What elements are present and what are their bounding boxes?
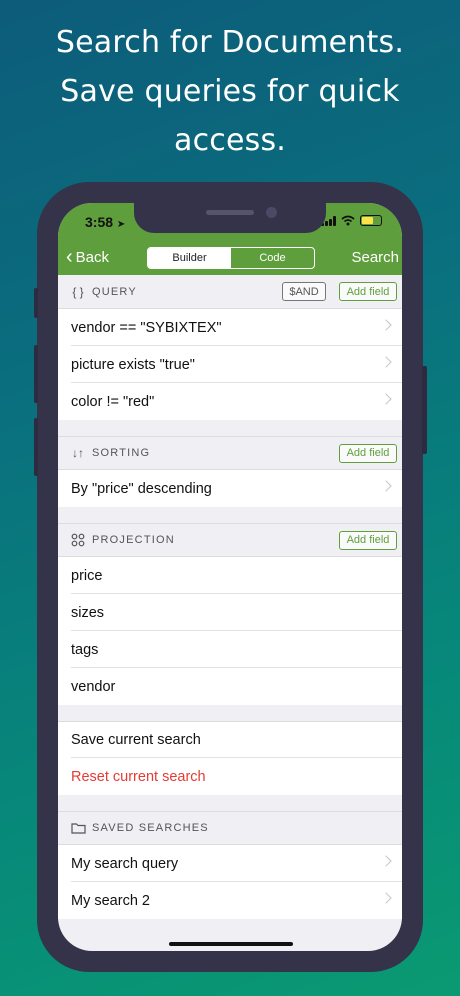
status-icons bbox=[321, 215, 382, 226]
home-indicator[interactable] bbox=[169, 942, 293, 946]
query-section-title: QUERY bbox=[92, 285, 137, 298]
query-section-header: { } QUERY $AND Add field bbox=[58, 275, 402, 309]
projection-add-field-button[interactable]: Add field bbox=[339, 530, 397, 550]
sorting-section-title: SORTING bbox=[92, 447, 151, 459]
volume-up-button bbox=[34, 345, 38, 403]
saved-search-row[interactable]: My search 2 bbox=[58, 882, 402, 919]
query-row[interactable]: picture exists "true" bbox=[58, 346, 402, 383]
projection-row-label: sizes bbox=[71, 604, 105, 621]
chevron-right-icon bbox=[380, 480, 392, 492]
sorting-add-field-button[interactable]: Add field bbox=[339, 443, 397, 463]
projection-row-label: tags bbox=[71, 641, 99, 658]
segment-builder[interactable]: Builder bbox=[148, 248, 231, 268]
save-current-search-button[interactable]: Save current search bbox=[58, 721, 402, 758]
saved-search-label: My search query bbox=[71, 855, 179, 872]
and-operator-button[interactable]: $AND bbox=[282, 282, 326, 301]
projection-row[interactable]: sizes bbox=[58, 594, 402, 631]
query-row-label: color != "red" bbox=[71, 393, 155, 410]
status-time-text: 3:58 bbox=[85, 214, 114, 230]
chevron-right-icon bbox=[380, 393, 392, 405]
notch bbox=[134, 203, 326, 233]
query-row[interactable]: vendor == "SYBIXTEX" bbox=[58, 309, 402, 346]
projection-section-title: PROJECTION bbox=[92, 534, 175, 546]
projection-row-label: vendor bbox=[71, 678, 116, 695]
projection-icon bbox=[70, 532, 86, 548]
chevron-right-icon bbox=[380, 892, 392, 904]
battery-icon bbox=[360, 215, 382, 226]
sorting-row[interactable]: By "price" descending bbox=[58, 470, 402, 507]
saved-searches-section-header: SAVED SEARCHES bbox=[58, 811, 402, 845]
power-button bbox=[422, 366, 427, 454]
projection-section-header: PROJECTION Add field bbox=[58, 523, 402, 557]
volume-down-button bbox=[34, 418, 38, 476]
front-camera bbox=[266, 207, 277, 218]
headline: Search for Documents. Save queries for q… bbox=[0, 18, 460, 165]
back-button[interactable]: ‹ Back bbox=[66, 246, 110, 268]
app-screen: 3:58 ➤ ‹ Back Builder Code Search { } QU… bbox=[58, 203, 402, 951]
braces-icon: { } bbox=[72, 284, 84, 299]
mode-segmented-control: Builder Code bbox=[147, 247, 315, 269]
back-label: Back bbox=[75, 249, 110, 266]
search-button[interactable]: Search bbox=[351, 249, 399, 266]
folder-icon bbox=[70, 820, 86, 836]
chevron-right-icon bbox=[380, 855, 392, 867]
saved-search-label: My search 2 bbox=[71, 892, 150, 909]
saved-searches-section-title: SAVED SEARCHES bbox=[92, 822, 209, 834]
headline-line-1: Search for Documents. bbox=[55, 25, 405, 60]
query-row[interactable]: color != "red" bbox=[58, 383, 402, 420]
headline-line-3: access. bbox=[173, 123, 287, 158]
sorting-section-header: ↓↑ SORTING Add field bbox=[58, 436, 402, 470]
headline-line-2: Save queries for quick bbox=[60, 74, 400, 109]
reset-current-search-label: Reset current search bbox=[71, 768, 206, 785]
projection-row[interactable]: price bbox=[58, 557, 402, 594]
save-current-search-label: Save current search bbox=[71, 732, 201, 748]
projection-row-label: price bbox=[71, 567, 103, 584]
projection-row[interactable]: tags bbox=[58, 631, 402, 668]
chevron-right-icon bbox=[380, 319, 392, 331]
query-row-label: vendor == "SYBIXTEX" bbox=[71, 319, 222, 336]
projection-row[interactable]: vendor bbox=[58, 668, 402, 705]
silent-switch bbox=[34, 288, 38, 318]
sort-arrows-icon: ↓↑ bbox=[72, 446, 84, 460]
segment-code[interactable]: Code bbox=[231, 248, 314, 268]
query-row-label: picture exists "true" bbox=[71, 356, 195, 373]
status-time: 3:58 ➤ bbox=[85, 214, 125, 230]
chevron-right-icon bbox=[380, 356, 392, 368]
location-arrow-icon: ➤ bbox=[116, 219, 126, 230]
chevron-left-icon: ‹ bbox=[66, 246, 73, 268]
saved-search-row[interactable]: My search query bbox=[58, 845, 402, 882]
wifi-icon bbox=[341, 215, 355, 226]
reset-current-search-button[interactable]: Reset current search bbox=[58, 758, 402, 795]
query-add-field-button[interactable]: Add field bbox=[339, 282, 397, 301]
sorting-row-label: By "price" descending bbox=[71, 480, 212, 497]
speaker bbox=[206, 210, 254, 215]
